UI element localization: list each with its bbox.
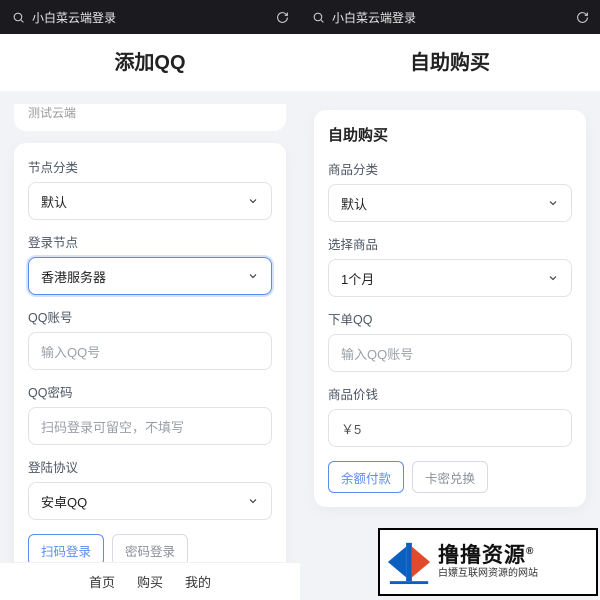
nav-home[interactable]: 首页 [89, 572, 115, 591]
node-category-label: 节点分类 [28, 157, 272, 176]
page-title: 小白菜云端登录 [332, 9, 416, 26]
watermark-brand: 撸撸资源® [438, 544, 538, 568]
search-icon [310, 11, 326, 24]
truncated-top-card: 测试云端 [14, 104, 286, 131]
watermark-badge: 撸撸资源® 白嫖互联网资源的网站 [378, 528, 598, 596]
balance-pay-button[interactable]: 余额付款 [328, 461, 404, 493]
page-title: 小白菜云端登录 [32, 9, 116, 26]
product-category-value: 默认 [341, 194, 367, 213]
refresh-icon[interactable] [274, 11, 290, 24]
watermark-subtitle: 白嫖互联网资源的网站 [438, 568, 538, 580]
card-exchange-button[interactable]: 卡密兑换 [412, 461, 488, 493]
chevron-down-icon [247, 495, 259, 507]
product-price-field: ￥5 [328, 409, 572, 447]
select-product-label: 选择商品 [328, 234, 572, 253]
nav-mine[interactable]: 我的 [185, 572, 211, 591]
search-icon [10, 11, 26, 24]
left-content: 测试云端 节点分类 默认 登录节点 香港服务器 QQ账号 输入QQ号 QQ密码 [0, 92, 300, 600]
card-title: 自助购买 [328, 124, 572, 145]
product-price-value: ￥5 [341, 419, 361, 438]
browser-topbar: 小白菜云端登录 [300, 0, 600, 34]
refresh-icon[interactable] [574, 11, 590, 24]
login-node-label: 登录节点 [28, 232, 272, 251]
login-protocol-value: 安卓QQ [41, 492, 87, 511]
order-qq-placeholder: 输入QQ账号 [341, 344, 413, 363]
left-pane: 小白菜云端登录 添加QQ 测试云端 节点分类 默认 登录节点 香港服务器 [0, 0, 300, 600]
header-title: 自助购买 [300, 34, 600, 92]
right-pane: 小白菜云端登录 自助购买 自助购买 商品分类 默认 选择商品 1个月 下单QQ [300, 0, 600, 600]
login-node-select[interactable]: 香港服务器 [28, 257, 272, 295]
bottom-nav: 首页 购买 我的 [0, 562, 300, 600]
login-protocol-select[interactable]: 安卓QQ [28, 482, 272, 520]
chevron-down-icon [247, 195, 259, 207]
select-product-value: 1个月 [341, 269, 374, 288]
chevron-down-icon [547, 197, 559, 209]
chevron-down-icon [547, 272, 559, 284]
qq-password-input[interactable]: 扫码登录可留空，不填写 [28, 407, 272, 445]
watermark-logo-icon [386, 539, 432, 585]
add-qq-card: 节点分类 默认 登录节点 香港服务器 QQ账号 输入QQ号 QQ密码 扫码登录可… [14, 143, 286, 580]
qq-password-label: QQ密码 [28, 382, 272, 401]
qq-account-label: QQ账号 [28, 307, 272, 326]
browser-topbar: 小白菜云端登录 [0, 0, 300, 34]
nav-buy[interactable]: 购买 [137, 572, 163, 591]
product-category-select[interactable]: 默认 [328, 184, 572, 222]
chevron-down-icon [247, 270, 259, 282]
order-qq-input[interactable]: 输入QQ账号 [328, 334, 572, 372]
qq-account-input[interactable]: 输入QQ号 [28, 332, 272, 370]
right-content: 自助购买 商品分类 默认 选择商品 1个月 下单QQ 输入QQ账号 商品价钱 [300, 92, 600, 600]
header-title: 添加QQ [0, 34, 300, 92]
order-qq-label: 下单QQ [328, 309, 572, 328]
qq-password-placeholder: 扫码登录可留空，不填写 [41, 417, 184, 436]
qq-account-placeholder: 输入QQ号 [41, 342, 100, 361]
registered-icon: ® [526, 546, 534, 557]
node-category-value: 默认 [41, 192, 67, 211]
product-category-label: 商品分类 [328, 159, 572, 178]
self-purchase-card: 自助购买 商品分类 默认 选择商品 1个月 下单QQ 输入QQ账号 商品价钱 [314, 110, 586, 507]
product-price-label: 商品价钱 [328, 384, 572, 403]
truncated-text: 测试云端 [28, 106, 76, 120]
login-node-value: 香港服务器 [41, 267, 106, 286]
purchase-buttons: 余额付款 卡密兑换 [328, 461, 572, 493]
node-category-select[interactable]: 默认 [28, 182, 272, 220]
login-protocol-label: 登陆协议 [28, 457, 272, 476]
select-product-select[interactable]: 1个月 [328, 259, 572, 297]
